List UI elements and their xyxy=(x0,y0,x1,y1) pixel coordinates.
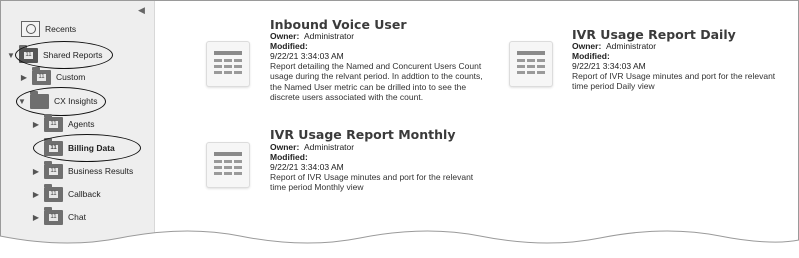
tree-item-label: CX Insights xyxy=(54,96,98,106)
report-table-icon[interactable] xyxy=(509,41,553,87)
tree-item-label: Agents xyxy=(68,119,95,129)
tree-item-label: Billing Data xyxy=(68,143,115,153)
report-modified-date: 9/22/21 3:34:03 AM xyxy=(270,162,344,172)
report-browser-window: ◀ Recents ▼ 11 Shared Reports ▶ 11 Custo… xyxy=(0,0,799,258)
folder-icon xyxy=(30,90,49,109)
folder-icon: 11 xyxy=(44,183,63,202)
tree-item-label: Recents xyxy=(45,24,77,34)
tree-item-recents[interactable]: Recents xyxy=(8,18,76,40)
report-owner: Owner: Administrator xyxy=(270,142,355,152)
recents-icon xyxy=(21,21,40,37)
caret-right-icon[interactable]: ▶ xyxy=(31,190,41,199)
torn-edge-decoration xyxy=(0,230,799,258)
report-table-icon[interactable] xyxy=(206,41,250,87)
tree-item-label: Shared Reports xyxy=(43,50,103,60)
report-modified-label: Modified: xyxy=(572,51,610,61)
report-description: Report of IVR Usage minutes and port for… xyxy=(270,172,474,193)
caret-right-icon[interactable]: ▶ xyxy=(31,213,41,222)
tree-item-custom[interactable]: ▶ 11 Custom xyxy=(19,66,85,88)
report-modified-label: Modified: xyxy=(270,152,308,162)
folder-icon: 11 xyxy=(32,66,51,85)
report-modified-label: Modified: xyxy=(270,41,308,51)
folder-tree-sidebar: ◀ Recents ▼ 11 Shared Reports ▶ 11 Custo… xyxy=(1,1,155,257)
report-modified-date: 9/22/21 3:34:03 AM xyxy=(572,61,646,71)
report-owner: Owner: Administrator xyxy=(572,41,657,51)
tree-item-label: Chat xyxy=(68,212,86,222)
tree-item-callback[interactable]: ▶ 11 Callback xyxy=(31,183,101,205)
report-description: Report of IVR Usage minutes and port for… xyxy=(572,71,776,92)
caret-right-icon[interactable]: ▶ xyxy=(31,120,41,129)
report-table-icon[interactable] xyxy=(206,142,250,188)
report-owner: Owner: Administrator xyxy=(270,31,355,41)
caret-down-icon[interactable]: ▼ xyxy=(6,51,16,60)
caret-right-icon[interactable]: ▶ xyxy=(31,167,41,176)
caret-right-icon[interactable]: ▶ xyxy=(19,73,29,82)
report-description: Report detailing the Named and Concurent… xyxy=(270,61,483,102)
report-title-link[interactable]: Inbound Voice User xyxy=(270,17,407,32)
tree-item-label: Callback xyxy=(68,189,101,199)
collapse-sidebar-icon[interactable]: ◀ xyxy=(138,5,145,16)
tree-item-billing-data[interactable]: 11 Billing Data xyxy=(31,137,115,159)
tree-item-business-results[interactable]: ▶ 11 Business Results xyxy=(31,160,133,182)
report-modified-date: 9/22/21 3:34:03 AM xyxy=(270,51,344,61)
report-title-link[interactable]: IVR Usage Report Monthly xyxy=(270,127,455,142)
folder-icon: 11 xyxy=(19,44,38,63)
tree-item-shared-reports[interactable]: ▼ 11 Shared Reports xyxy=(6,44,103,66)
report-title-link[interactable]: IVR Usage Report Daily xyxy=(572,27,736,42)
caret-down-icon[interactable]: ▼ xyxy=(17,97,27,106)
tree-item-label: Business Results xyxy=(68,166,134,176)
tree-item-cx-insights[interactable]: ▼ CX Insights xyxy=(17,90,97,112)
folder-icon: 11 xyxy=(44,113,63,132)
folder-icon: 11 xyxy=(44,137,63,156)
tree-item-agents[interactable]: ▶ 11 Agents xyxy=(31,113,94,135)
tree-item-label: Custom xyxy=(56,72,86,82)
folder-icon: 11 xyxy=(44,160,63,179)
